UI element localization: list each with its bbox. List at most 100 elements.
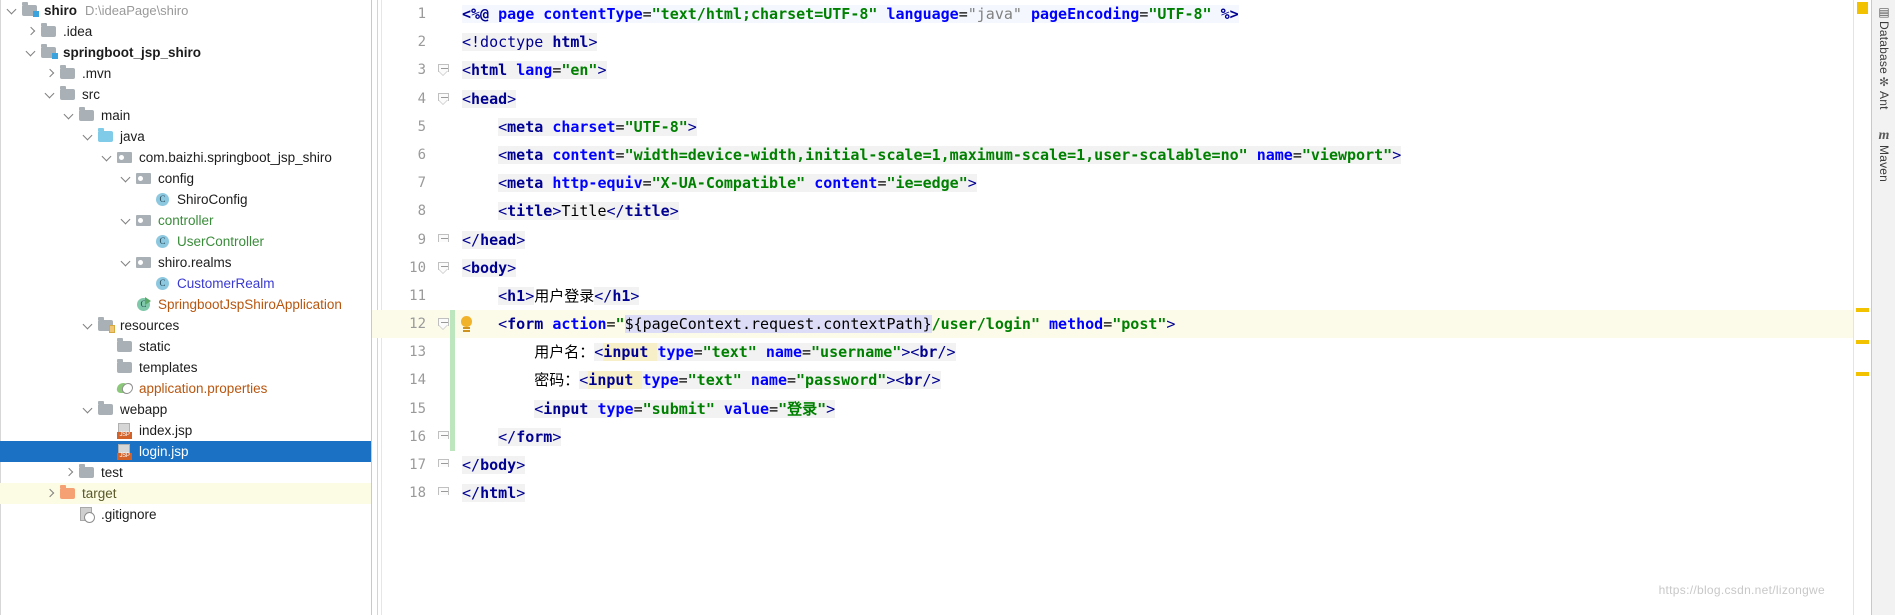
code-text[interactable]: <title>Title</title> [462,197,679,225]
chevron-right-icon[interactable] [63,462,77,483]
code-fold-toggle[interactable] [438,459,449,471]
chevron-down-icon[interactable] [44,84,58,105]
code-line[interactable]: 9 </head> [372,226,1853,254]
chevron-right-icon[interactable] [44,63,58,84]
editor-marker[interactable] [1856,372,1869,376]
tree-row[interactable]: .gitignore [0,504,371,525]
code-line[interactable]: 18 </html> [372,479,1853,507]
tree-row[interactable]: shiro.realms [0,252,371,273]
tree-row[interactable]: controller [0,210,371,231]
chevron-down-icon[interactable] [82,315,96,336]
vcs-change-marker[interactable] [450,310,455,339]
code-line[interactable]: 7 <meta http-equiv="X-UA-Compatible" con… [372,169,1853,197]
code-fold-toggle[interactable] [438,64,449,77]
chevron-down-icon[interactable] [82,399,96,420]
chevron-down-icon[interactable] [25,42,39,63]
tree-row[interactable]: resources [0,315,371,336]
vcs-change-marker[interactable] [450,366,455,395]
scrollbar-thumb[interactable] [1857,2,1868,14]
code-fold-toggle[interactable] [438,318,449,331]
editor-marker-strip[interactable] [1853,0,1871,615]
chevron-right-icon[interactable] [25,21,39,42]
tree-row[interactable]: com.baizhi.springboot_jsp_shiro [0,147,371,168]
code-editor[interactable]: 1 <%@ page contentType="text/html;charset… [372,0,1853,615]
tree-row[interactable]: main [0,105,371,126]
tree-row[interactable]: webapp [0,399,371,420]
code-fold-toggle[interactable] [438,233,449,246]
project-tool-window[interactable]: shiro D:\ideaPage\shiro .idea springboot_js… [0,0,372,615]
code-text[interactable]: <head> [462,85,517,113]
code-line[interactable]: 16 </form> [372,422,1853,451]
tree-row[interactable]: .mvn [0,63,371,84]
code-line[interactable]: 12 <form action="${pageContext.request.c… [372,310,1853,339]
chevron-down-icon[interactable] [6,0,20,21]
code-lines[interactable]: 1 <%@ page contentType="text/html;charset… [372,0,1853,615]
editor-marker[interactable] [1856,308,1869,312]
code-line[interactable]: 13 用户名：<input type="text" name="username… [372,338,1853,367]
vcs-change-marker[interactable] [450,338,455,367]
code-line[interactable]: 8 <title>Title</title> [372,197,1853,225]
code-line[interactable]: 5 <meta charset="UTF-8"> [372,113,1853,141]
code-text[interactable]: <!doctype html> [462,28,598,56]
tree-row[interactable]: test [0,462,371,483]
code-fold-toggle[interactable] [438,430,449,443]
code-text[interactable]: <input type="submit" value="登录"> [462,395,836,423]
code-line[interactable]: 1 <%@ page contentType="text/html;charset… [372,0,1853,28]
chevron-right-icon[interactable] [44,483,58,504]
code-text[interactable]: </head> [462,226,526,254]
tool-window-button-ant[interactable]: ✻ Ant [1872,76,1895,110]
code-line[interactable]: 17 </body> [372,451,1853,479]
chevron-down-icon[interactable] [120,252,134,273]
vcs-change-marker[interactable] [450,394,455,423]
code-text[interactable]: <meta charset="UTF-8"> [462,113,697,141]
tree-row[interactable]: shiro D:\ideaPage\shiro [0,0,371,21]
tree-row[interactable]: C CustomerRealm [0,273,371,294]
tree-row[interactable]: springboot_jsp_shiro [0,42,371,63]
code-fold-toggle[interactable] [438,92,449,105]
code-line[interactable]: 3 <html lang="en"> [372,56,1853,84]
code-fold-toggle[interactable] [438,261,449,274]
code-text[interactable]: </html> [462,479,526,507]
code-text[interactable]: <body> [462,254,517,282]
chevron-down-icon[interactable] [120,168,134,189]
chevron-down-icon[interactable] [120,210,134,231]
chevron-down-icon[interactable] [82,126,96,147]
code-text[interactable]: <%@ page contentType="text/html;charset=… [462,0,1239,28]
code-text[interactable]: 用户名：<input type="text" name="username"><… [462,338,956,366]
tree-row[interactable]: C UserController [0,231,371,252]
code-text[interactable]: <html lang="en"> [462,56,607,84]
code-text[interactable]: <meta http-equiv="X-UA-Compatible" conte… [462,169,977,197]
code-line[interactable]: 15 <input type="submit" value="登录"> [372,394,1853,423]
code-line[interactable]: 2 <!doctype html> [372,28,1853,56]
tree-row[interactable]: C SpringbootJspShiroApplication [0,294,371,315]
tree-row[interactable]: templates [0,357,371,378]
tree-row[interactable]: .idea [0,21,371,42]
project-tree[interactable]: shiro D:\ideaPage\shiro .idea springboot_js… [0,0,371,525]
tree-row[interactable]: target [0,483,371,504]
tree-row[interactable]: config [0,168,371,189]
tree-row[interactable]: C ShiroConfig [0,189,371,210]
editor-marker[interactable] [1856,340,1869,344]
code-text[interactable]: 密码：<input type="text" name="password"><b… [462,366,941,394]
chevron-down-icon[interactable] [63,105,77,126]
code-text[interactable]: </body> [462,451,526,479]
code-line[interactable]: 14 密码：<input type="text" name="password"… [372,366,1853,395]
vcs-change-marker[interactable] [450,422,455,451]
code-line[interactable]: 10 <body> [372,254,1853,282]
tree-row[interactable]: static [0,336,371,357]
tree-row[interactable]: src [0,84,371,105]
code-fold-toggle[interactable] [438,487,449,499]
code-line[interactable]: 11 <h1>用户登录</h1> [372,282,1853,310]
code-text[interactable]: <form action="${pageContext.request.cont… [462,310,1175,338]
tree-row[interactable]: JSP index.jsp [0,420,371,441]
tool-window-button-maven[interactable]: m Maven [1872,129,1895,183]
code-text[interactable]: <meta content="width=device-width,initia… [462,141,1402,169]
right-tool-window-bar[interactable]: ▤ Database ✻ Ant m Maven [1871,0,1895,615]
tree-row[interactable]: application.properties [0,378,371,399]
code-line[interactable]: 4 <head> [372,85,1853,113]
tree-row[interactable]: JSP login.jsp [0,441,371,462]
chevron-down-icon[interactable] [101,147,115,168]
code-text[interactable]: </form> [462,423,562,451]
tool-window-button-database[interactable]: ▤ Database [1872,6,1895,74]
code-text[interactable]: <h1>用户登录</h1> [462,282,640,310]
